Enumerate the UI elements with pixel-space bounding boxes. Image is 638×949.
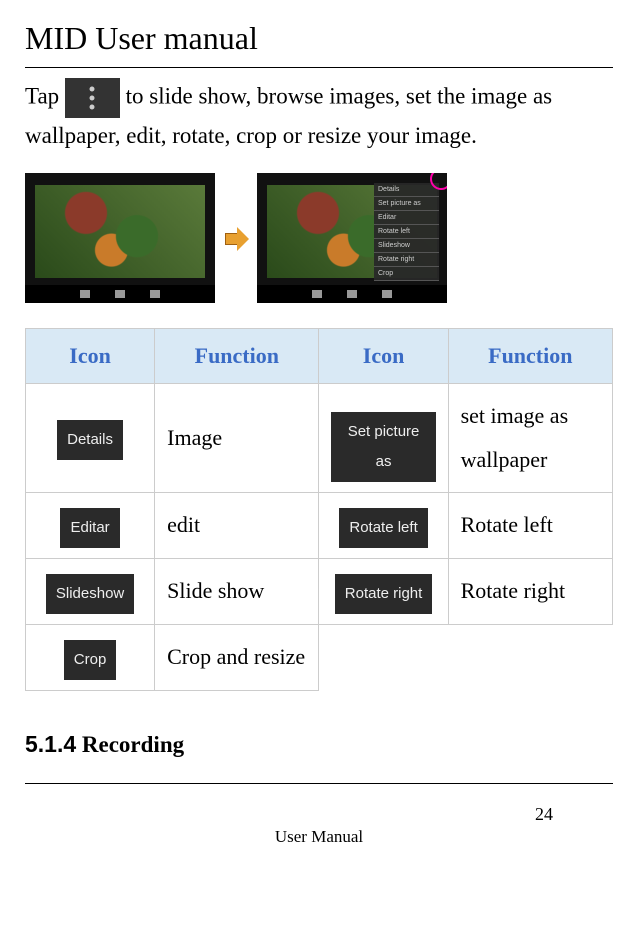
section-heading: 5.1.4 Recording	[25, 731, 613, 784]
function-cell: Rotate right	[448, 558, 612, 624]
function-cell: Image	[155, 383, 319, 492]
arrow-right-icon	[225, 227, 247, 249]
slideshow-badge: Slideshow	[46, 574, 134, 614]
icon-cell: Details	[26, 383, 155, 492]
icon-cell: Rotate right	[319, 558, 448, 624]
rotate-left-badge: Rotate left	[339, 508, 427, 548]
document-title: MID User manual	[25, 20, 613, 68]
intro-paragraph: Tap to slide show, browse images, set th…	[25, 78, 613, 155]
icon-cell: Rotate left	[319, 492, 448, 558]
header-icon: Icon	[26, 328, 155, 383]
empty-cell	[319, 624, 448, 690]
page-number: 24	[25, 804, 613, 825]
nav-bar	[25, 285, 215, 303]
details-badge: Details	[57, 420, 123, 460]
context-menu: Details Set picture as Editar Rotate lef…	[374, 183, 439, 281]
screenshot-row: Details Set picture as Editar Rotate lef…	[25, 173, 613, 303]
nav-bar	[257, 285, 447, 303]
overflow-menu-icon	[65, 78, 120, 118]
screenshot-after: Details Set picture as Editar Rotate lef…	[257, 173, 447, 303]
menu-item: Details	[374, 183, 439, 197]
header-icon: Icon	[319, 328, 448, 383]
table-row: Crop Crop and resize	[26, 624, 613, 690]
menu-item: Rotate right	[374, 253, 439, 267]
menu-item: Slideshow	[374, 239, 439, 253]
icon-cell: Set picture as	[319, 383, 448, 492]
function-cell: Slide show	[155, 558, 319, 624]
screenshot-before	[25, 173, 215, 303]
header-function: Function	[155, 328, 319, 383]
menu-item: Editar	[374, 211, 439, 225]
icon-cell: Editar	[26, 492, 155, 558]
menu-item: Rotate left	[374, 225, 439, 239]
editar-badge: Editar	[60, 508, 119, 548]
table-row: Details Image Set picture as set image a…	[26, 383, 613, 492]
function-cell: edit	[155, 492, 319, 558]
intro-text-before: Tap	[25, 83, 59, 108]
empty-cell	[448, 624, 612, 690]
footer-label: User Manual	[25, 827, 613, 847]
icon-function-table: Icon Function Icon Function Details Imag…	[25, 328, 613, 691]
function-cell: Crop and resize	[155, 624, 319, 690]
screenshot-image	[35, 185, 205, 278]
function-cell: Rotate left	[448, 492, 612, 558]
table-row: Slideshow Slide show Rotate right Rotate…	[26, 558, 613, 624]
function-cell: set image as wallpaper	[448, 383, 612, 492]
section-title: Recording	[82, 732, 184, 757]
set-picture-badge: Set picture as	[331, 412, 435, 482]
menu-item: Crop	[374, 267, 439, 281]
header-function: Function	[448, 328, 612, 383]
rotate-right-badge: Rotate right	[335, 574, 433, 614]
table-row: Editar edit Rotate left Rotate left	[26, 492, 613, 558]
crop-badge: Crop	[64, 640, 117, 680]
icon-cell: Crop	[26, 624, 155, 690]
icon-cell: Slideshow	[26, 558, 155, 624]
menu-item: Set picture as	[374, 197, 439, 211]
section-number: 5.1.4	[25, 731, 76, 757]
